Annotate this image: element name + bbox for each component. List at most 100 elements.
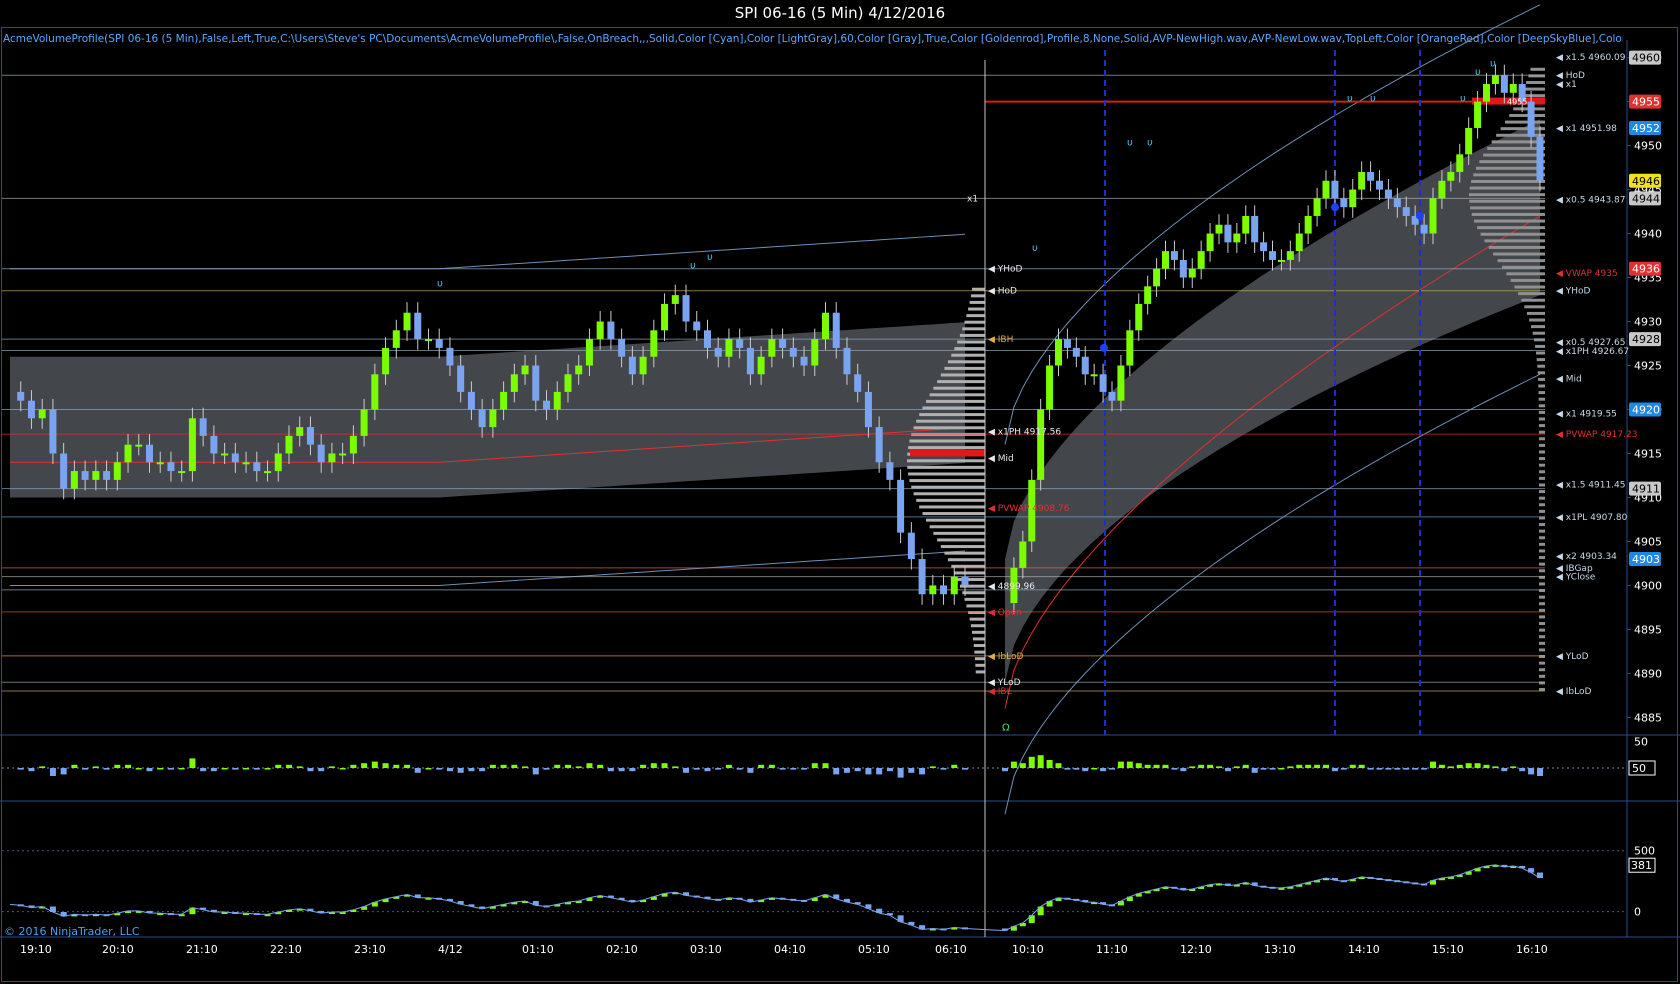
delta-bar — [1073, 768, 1080, 770]
profile-bar — [908, 472, 985, 476]
profile-bar — [1474, 219, 1545, 223]
signal-marker: υ — [1347, 94, 1353, 105]
profile-bar — [1509, 113, 1545, 117]
session-level-label: ◀ IBL — [988, 687, 1012, 697]
delta-bar — [672, 766, 679, 768]
profile-bar — [1539, 668, 1545, 672]
day-candle — [1215, 224, 1223, 234]
profile-bar — [1484, 239, 1545, 243]
day-candle — [1313, 198, 1321, 216]
delta-bar — [1162, 764, 1169, 768]
delta-bar — [1224, 768, 1231, 772]
profile-bar — [968, 307, 985, 311]
signal-marker: υ — [690, 261, 696, 272]
profile-bar — [944, 551, 985, 555]
delta-bar — [962, 768, 968, 770]
profile-bar — [1538, 397, 1545, 401]
day-candle — [1527, 101, 1535, 137]
delta-bar — [1260, 768, 1267, 770]
overnight-candle — [156, 462, 164, 465]
delta-bar — [661, 763, 668, 768]
profile-bar — [1539, 674, 1545, 678]
day-candle — [1376, 180, 1383, 190]
x-tick-label: 4/12 — [438, 943, 463, 956]
delta-bar — [1278, 768, 1285, 770]
profile-bar — [1524, 305, 1545, 309]
price-tag-label: 4936 — [1632, 263, 1660, 276]
overnight-candle — [564, 374, 572, 392]
overnight-candle — [800, 356, 808, 366]
delta-bar — [1394, 768, 1401, 770]
profile-bar — [974, 650, 985, 654]
right-level-label: ◀ x1 4919.55 — [1556, 409, 1617, 419]
signal-marker: υ — [1475, 67, 1481, 78]
delta-bar — [683, 768, 690, 773]
delta-bar — [865, 768, 872, 775]
session-level-label: ◀ HoD — [988, 287, 1017, 297]
profile-bar — [1539, 536, 1545, 540]
day-candle — [1242, 215, 1250, 234]
right-level-label: ◀ x1PL 4907.80 — [1556, 513, 1628, 523]
profile-bar — [1531, 325, 1545, 329]
delta-bar — [500, 764, 507, 768]
profile-bar — [970, 294, 985, 298]
delta-bar — [607, 768, 614, 772]
profile-bar — [1539, 661, 1545, 665]
day-candle — [1456, 154, 1464, 172]
delta-bar — [425, 768, 432, 770]
ib-marker — [1331, 203, 1339, 212]
profile-bar — [1538, 483, 1545, 487]
delta-bar — [1055, 763, 1062, 768]
delta-bar — [243, 768, 250, 770]
profile-bar — [1539, 628, 1545, 632]
price-chart-svg[interactable]: υυυυυ υυ υ υυυΩ 488548904895490049054910491… — [0, 0, 1680, 984]
price-tag-label: 4944 — [1632, 192, 1660, 205]
overnight-candle — [682, 295, 690, 322]
delta-bar — [843, 768, 850, 773]
y-tick-label: 4940 — [1634, 228, 1662, 241]
overnight-candle — [274, 453, 282, 472]
profile-bar — [1538, 476, 1545, 480]
profile-bar — [1493, 252, 1545, 256]
profile-bar — [954, 347, 985, 351]
overnight-candle — [178, 471, 186, 474]
day-candle — [1509, 83, 1517, 93]
delta-bar — [1135, 763, 1142, 768]
signal-marker: υ — [1370, 94, 1376, 105]
profile-bar — [1539, 595, 1545, 599]
day-candle — [1055, 339, 1062, 366]
overnight-candle — [424, 339, 432, 342]
delta-bar — [790, 768, 797, 770]
delta-bar — [736, 768, 743, 770]
profile-bar — [907, 459, 985, 463]
overnight-candle — [661, 303, 669, 331]
overnight-candle — [897, 479, 905, 533]
delta-bar — [1046, 760, 1053, 768]
profile-bar — [1497, 259, 1545, 263]
day-candle — [1162, 251, 1169, 269]
delta-bar — [640, 764, 647, 768]
delta-bar — [822, 763, 829, 768]
delta-bar — [854, 768, 861, 772]
delta-bar — [1153, 764, 1160, 768]
profile-bar — [1505, 120, 1545, 124]
overnight-candle — [725, 339, 733, 357]
delta-bar — [715, 768, 722, 770]
day-candle — [1135, 303, 1143, 331]
y-tick-label: 4895 — [1634, 623, 1662, 636]
price-tag-label: 4928 — [1632, 333, 1660, 346]
signal-marker: υ — [707, 252, 713, 263]
right-level-label: ◀ x0.5 4943.87 — [1556, 195, 1626, 205]
overnight-candle — [510, 374, 518, 392]
day-candle — [1117, 365, 1125, 401]
delta-bar — [1242, 764, 1249, 768]
day-candle — [1384, 189, 1392, 199]
profile-bar — [1523, 87, 1545, 91]
profile-bar — [969, 617, 985, 621]
day-band — [1005, 119, 1540, 683]
profile-bar — [1539, 529, 1545, 533]
delta-bar — [1385, 768, 1392, 770]
day-candle — [1358, 171, 1366, 190]
price-tag-label: 4955 — [1632, 96, 1660, 109]
overnight-candle — [961, 576, 969, 586]
